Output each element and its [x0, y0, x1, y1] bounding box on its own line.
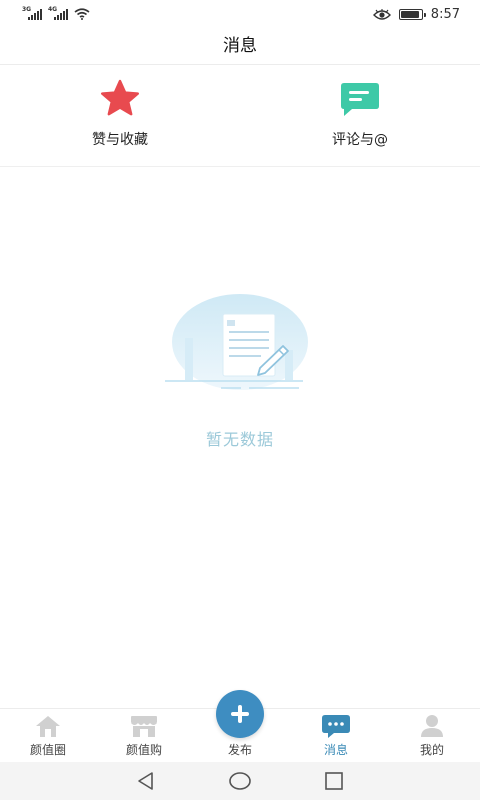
plus-icon	[231, 705, 249, 723]
publish-button[interactable]	[216, 690, 264, 738]
store-icon	[129, 713, 159, 739]
signal-strength-icon: 3G	[22, 6, 42, 20]
tab-mine[interactable]: 我的	[384, 709, 480, 762]
empty-state-text: 暂无数据	[205, 430, 274, 449]
home-circle-icon	[229, 772, 251, 790]
system-navigation-bar	[0, 762, 480, 800]
empty-state: 暂无数据	[0, 290, 480, 450]
tab-label: 颜值圈	[29, 743, 66, 757]
user-icon	[417, 713, 447, 739]
status-left: 3G 4G	[22, 6, 90, 20]
tab-label: 颜值购	[125, 743, 162, 757]
likes-and-favorites-entry[interactable]: 赞与收藏	[0, 65, 240, 166]
tab-label: 消息	[323, 743, 348, 757]
back-button[interactable]	[134, 769, 158, 793]
wifi-icon	[74, 8, 90, 20]
status-bar: 3G 4G 8:57	[0, 0, 480, 30]
back-triangle-icon	[138, 772, 153, 790]
status-right: 8:57	[372, 7, 460, 22]
message-icon	[321, 713, 351, 739]
signal-type-label: 3G	[22, 6, 32, 13]
battery-icon	[398, 9, 426, 20]
tab-beauty-shop[interactable]: 颜值购	[96, 709, 192, 762]
recents-button[interactable]	[322, 769, 346, 793]
likes-and-favorites-label: 赞与收藏	[92, 132, 148, 148]
comments-and-mentions-label: 评论与@	[332, 132, 388, 148]
comments-and-mentions-entry[interactable]: 评论与@	[240, 65, 480, 166]
tab-label: 发布	[227, 743, 252, 757]
message-categories: 赞与收藏 评论与@	[0, 65, 480, 167]
comment-icon	[338, 79, 382, 119]
eye-comfort-icon	[372, 8, 391, 20]
home-icon	[33, 713, 63, 739]
tab-beauty-circle[interactable]: 颜值圈	[0, 709, 96, 762]
tab-label: 我的	[419, 743, 444, 757]
page-header: 消息	[0, 30, 480, 65]
signal-type-label: 4G	[48, 6, 58, 13]
battery-level	[400, 11, 419, 18]
home-button[interactable]	[228, 769, 252, 793]
recents-square-icon	[325, 772, 343, 790]
empty-document-illustration	[165, 294, 308, 390]
signal-strength-icon: 4G	[48, 6, 68, 20]
star-icon	[98, 79, 142, 119]
tab-messages[interactable]: 消息	[288, 709, 384, 762]
page-title: 消息	[223, 36, 257, 56]
clock: 8:57	[430, 7, 460, 22]
